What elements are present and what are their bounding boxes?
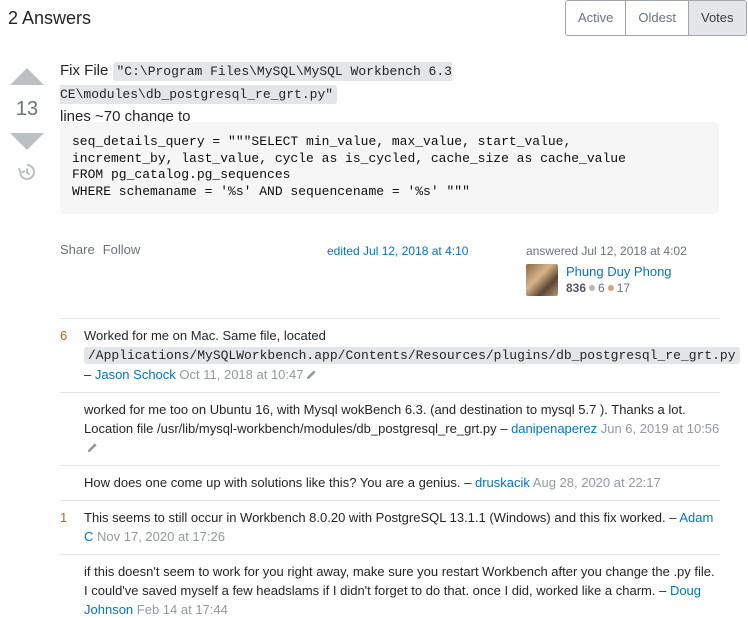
comment-score bbox=[60, 400, 84, 457]
comment-score: 6 bbox=[60, 328, 68, 343]
downvote-icon[interactable] bbox=[10, 133, 44, 150]
history-icon[interactable] bbox=[17, 162, 37, 182]
comment-score bbox=[60, 562, 84, 618]
comment-score bbox=[60, 473, 84, 492]
comment-separator: – bbox=[84, 367, 95, 382]
answers-header: 2 Answers bbox=[8, 8, 92, 28]
silver-badge-icon bbox=[589, 285, 596, 291]
comments-list: 6 Worked for me on Mac. Same file, locat… bbox=[60, 318, 740, 618]
avatar[interactable] bbox=[526, 264, 558, 296]
sort-tabs: Active Oldest Votes bbox=[565, 0, 747, 36]
comment-item: if this doesn't seem to work for you rig… bbox=[60, 554, 720, 618]
bronze-badge-icon bbox=[607, 285, 614, 291]
comment-user-link[interactable]: danipenaperez bbox=[511, 421, 597, 436]
comment-score: 1 bbox=[60, 510, 68, 525]
answer-intro: Fix File bbox=[60, 62, 113, 79]
user-name-link[interactable]: Phung Duy Phong bbox=[566, 264, 672, 279]
comment-item: How does one come up with solutions like… bbox=[60, 465, 720, 500]
bronze-badge-count: 17 bbox=[616, 281, 631, 295]
comment-code: /Applications/MySQLWorkbench.app/Content… bbox=[84, 347, 740, 364]
user-card: Phung Duy Phong 836 6 17 bbox=[526, 264, 672, 296]
comment-text: This seems to still occur in Workbench 8… bbox=[84, 510, 680, 525]
share-link[interactable]: Share bbox=[60, 242, 95, 257]
reputation-score: 836 bbox=[566, 281, 587, 295]
comment-user-link[interactable]: Jason Schock bbox=[95, 367, 176, 382]
comment-item: worked for me too on Ubuntu 16, with Mys… bbox=[60, 392, 720, 465]
comment-date: Nov 17, 2020 at 17:26 bbox=[97, 529, 225, 544]
sort-votes-button[interactable]: Votes bbox=[688, 1, 746, 35]
follow-link[interactable]: Follow bbox=[103, 242, 141, 257]
upvote-icon[interactable] bbox=[10, 68, 44, 85]
code-block: seq_details_query = """SELECT min_value,… bbox=[60, 122, 719, 214]
answer-body: Fix File "C:\Program Files\MySQL\MySQL W… bbox=[60, 60, 720, 128]
file-path-code: "C:\Program Files\MySQL\MySQL Workbench … bbox=[60, 62, 452, 104]
comment-date: Jun 6, 2019 at 10:56 bbox=[600, 421, 720, 436]
comment-date: Aug 28, 2020 at 22:17 bbox=[532, 475, 661, 490]
reputation: 836 6 17 bbox=[566, 281, 672, 295]
pencil-icon[interactable] bbox=[306, 369, 317, 380]
comment-text: if this doesn't seem to work for you rig… bbox=[84, 564, 715, 598]
comment-text: Worked for me on Mac. Same file, located bbox=[84, 328, 326, 343]
comment-item: 1 This seems to still occur in Workbench… bbox=[60, 500, 720, 554]
comment-date: Oct 11, 2018 at 10:47 bbox=[179, 367, 304, 382]
comment-item: 6 Worked for me on Mac. Same file, locat… bbox=[60, 318, 740, 392]
pencil-icon[interactable] bbox=[87, 442, 98, 453]
comment-date: Feb 14 at 17:44 bbox=[136, 602, 228, 617]
sort-oldest-button[interactable]: Oldest bbox=[626, 1, 689, 35]
sort-active-button[interactable]: Active bbox=[566, 1, 627, 35]
silver-badge-count: 6 bbox=[598, 281, 605, 295]
edited-link[interactable]: edited Jul 12, 2018 at 4:10 bbox=[327, 244, 468, 258]
vote-column: 13 bbox=[8, 66, 46, 182]
comment-user-link[interactable]: druskacik bbox=[475, 475, 530, 490]
post-menu: Share Follow bbox=[60, 242, 140, 257]
comment-text: How does one come up with solutions like… bbox=[84, 475, 475, 490]
answered-timestamp: answered Jul 12, 2018 at 4:02 bbox=[526, 244, 687, 258]
vote-count: 13 bbox=[15, 98, 39, 120]
